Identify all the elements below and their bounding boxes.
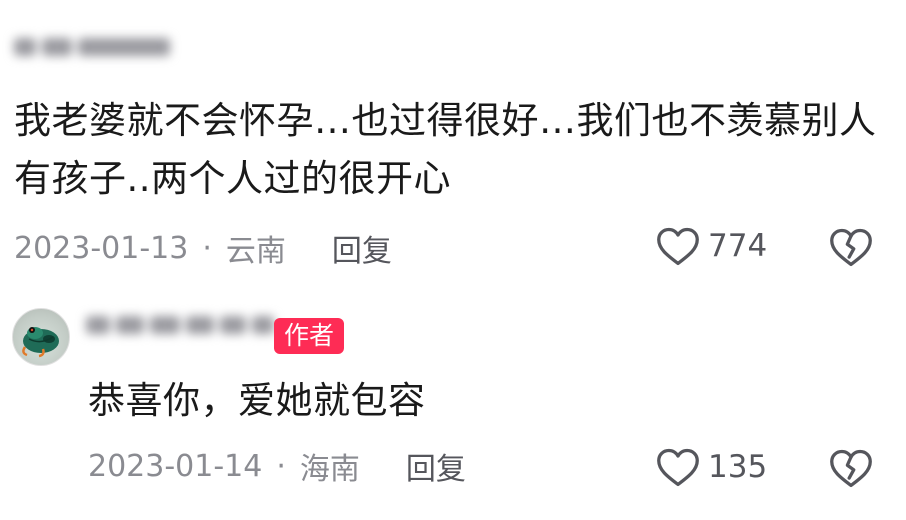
like-button[interactable]: 774 (656, 225, 767, 267)
comment-item-author-reply: 作者 恭喜你，爱她就包容 2023-01-14 · 海南 回复 135 (0, 290, 906, 520)
meta-separator: · (202, 230, 212, 266)
comment-username-blurred[interactable] (86, 312, 274, 338)
comment-username-blurred[interactable] (14, 34, 170, 60)
comment-date: 2023-01-14 (88, 448, 263, 484)
comment-item: 我老婆就不会怀孕…也过得很好…我们也不羡慕别人有孩子..两个人过的很开心 202… (0, 0, 906, 290)
reply-button[interactable]: 回复 (406, 444, 466, 488)
like-count: 135 (708, 449, 768, 485)
comment-meta: 2023-01-14 · 海南 回复 (88, 444, 466, 488)
author-badge: 作者 (274, 318, 345, 354)
avatar[interactable] (12, 308, 70, 366)
comment-date: 2023-01-13 (14, 230, 189, 266)
heart-outline-icon (657, 227, 699, 266)
meta-separator: · (276, 448, 286, 484)
frog-avatar-image (22, 327, 59, 358)
comment-location: 云南 (225, 234, 286, 269)
comment-text: 恭喜你，爱她就包容 (88, 379, 426, 422)
broken-heart-icon[interactable] (829, 226, 873, 268)
reply-button[interactable]: 回复 (332, 226, 392, 270)
heart-outline-icon (657, 448, 699, 487)
broken-heart-icon[interactable] (829, 447, 873, 489)
like-count: 774 (708, 228, 768, 264)
comment-text: 我老婆就不会怀孕…也过得很好…我们也不羡慕别人有孩子..两个人过的很开心 (14, 99, 877, 200)
comment-meta: 2023-01-13 · 云南 回复 (14, 226, 392, 270)
comment-location: 海南 (299, 452, 360, 487)
like-button[interactable]: 135 (656, 446, 767, 488)
